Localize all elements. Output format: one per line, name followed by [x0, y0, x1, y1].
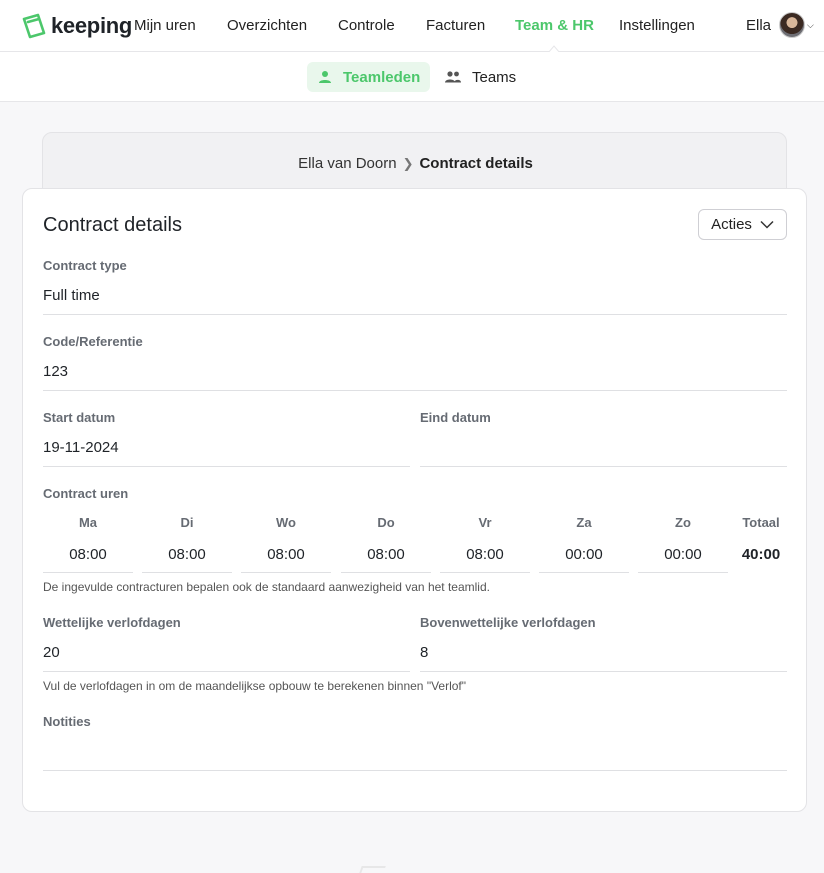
people-icon: [445, 71, 461, 83]
nav-overzichten[interactable]: Overzichten: [227, 17, 307, 34]
notes-field[interactable]: [43, 733, 787, 771]
code-label: Code/Referentie: [43, 334, 143, 349]
start-date-field[interactable]: 19-11-2024: [43, 429, 410, 467]
leave-hint: Vul de verlofdagen in om de maandelijkse…: [43, 679, 467, 693]
actions-label: Acties: [711, 216, 752, 233]
hours-field-di[interactable]: 08:00: [142, 537, 232, 573]
chevron-down-icon: [760, 220, 774, 229]
day-label-vr: Vr: [478, 515, 492, 530]
tab-teamleden[interactable]: Teamleden: [307, 62, 431, 92]
start-date-label: Start datum: [43, 410, 116, 425]
keeping-logo[interactable]: keeping: [20, 12, 132, 40]
sub-navigation-bar: Teamleden Teams: [0, 52, 824, 102]
footer-logo-icon: [358, 866, 386, 873]
day-label-za: Za: [576, 515, 592, 530]
contract-hours-label: Contract uren: [43, 486, 129, 501]
hours-field-do[interactable]: 08:00: [341, 537, 431, 573]
nav-mijn-uren[interactable]: Mijn uren: [134, 17, 196, 34]
avatar: [779, 12, 806, 38]
user-menu[interactable]: Ella ⌵: [746, 12, 814, 38]
nav-facturen[interactable]: Facturen: [426, 17, 485, 34]
extra-leave-field[interactable]: 8: [420, 634, 787, 672]
total-label: Totaal: [742, 515, 780, 530]
actions-dropdown-button[interactable]: Acties: [698, 209, 787, 240]
hours-hint: De ingevulde contracturen bepalen ook de…: [43, 580, 490, 594]
breadcrumb-parent[interactable]: Ella van Doorn: [298, 155, 396, 172]
hours-field-ma[interactable]: 08:00: [43, 537, 133, 573]
hours-field-za[interactable]: 00:00: [539, 537, 629, 573]
day-label-do: Do: [377, 515, 395, 530]
contract-type-field[interactable]: Full time: [43, 277, 787, 315]
day-label-ma: Ma: [78, 515, 98, 530]
day-label-di: Di: [180, 515, 194, 530]
contract-type-label: Contract type: [43, 258, 127, 273]
end-date-label: Eind datum: [420, 410, 491, 425]
day-label-zo: Zo: [675, 515, 691, 530]
user-name: Ella: [746, 16, 772, 34]
legal-leave-label: Wettelijke verlofdagen: [43, 615, 181, 630]
hours-field-vr[interactable]: 08:00: [440, 537, 530, 573]
person-icon: [319, 71, 331, 83]
code-field[interactable]: 123: [43, 353, 787, 391]
total-hours-value: 40:00: [741, 546, 781, 563]
breadcrumb: Ella van Doorn ❯ Contract details: [43, 155, 788, 172]
tab-teams-label: Teams: [472, 68, 517, 86]
nav-controle[interactable]: Controle: [338, 17, 395, 34]
keeping-logo-icon: [22, 13, 46, 39]
legal-leave-field[interactable]: 20: [43, 634, 410, 672]
hours-field-wo[interactable]: 08:00: [241, 537, 331, 573]
nav-team-hr[interactable]: Team & HR: [515, 17, 594, 34]
logo-text: keeping: [51, 13, 133, 38]
notes-label: Notities: [43, 714, 91, 729]
chevron-down-icon: ⌵: [807, 19, 814, 30]
nav-instellingen[interactable]: Instellingen: [619, 17, 695, 34]
chevron-right-icon: ❯: [402, 156, 414, 171]
tab-teamleden-label: Teamleden: [343, 68, 421, 86]
hours-field-zo[interactable]: 00:00: [638, 537, 728, 573]
end-date-field[interactable]: [420, 429, 787, 467]
contract-details-card: Contract details Acties Contract type Fu…: [22, 188, 807, 812]
top-navigation-bar: keeping Mijn uren Overzichten Controle F…: [0, 0, 824, 53]
day-label-wo: Wo: [276, 515, 296, 530]
breadcrumb-current: Contract details: [419, 155, 533, 172]
extra-leave-label: Bovenwettelijke verlofdagen: [420, 615, 596, 630]
tab-teams[interactable]: Teams: [434, 62, 526, 92]
page-title: Contract details: [43, 214, 182, 236]
